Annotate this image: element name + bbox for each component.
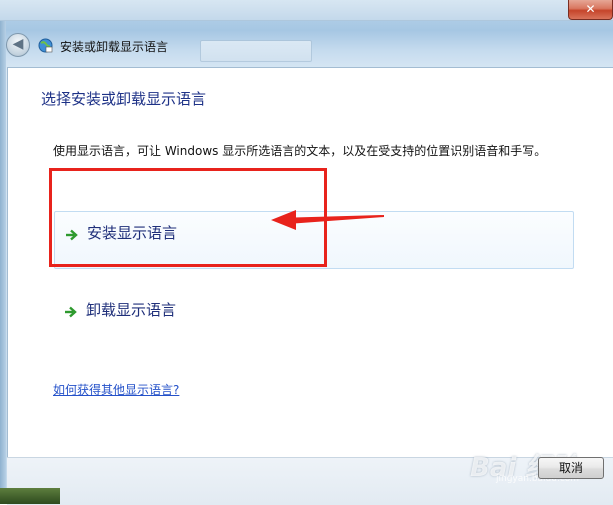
desktop-background <box>0 488 60 504</box>
background-window-strip <box>0 0 613 21</box>
language-globe-icon <box>38 38 53 53</box>
background-window-box <box>200 40 312 62</box>
description-text: 使用显示语言，可让 Windows 显示所选语言的文本，以及在受支持的位置识别语… <box>53 144 547 158</box>
back-arrow-icon: ◀ <box>12 36 24 52</box>
close-button[interactable]: ✕ <box>568 0 613 20</box>
close-icon: ✕ <box>585 2 596 16</box>
get-more-languages-link[interactable]: 如何获得其他显示语言? <box>53 381 179 398</box>
window-title: 安装或卸载显示语言 <box>60 40 169 54</box>
uninstall-option-label: 卸载显示语言 <box>86 301 177 319</box>
content-pane: 选择安装或卸载显示语言 使用显示语言，可让 Windows 显示所选语言的文本，… <box>7 67 613 458</box>
page-title: 选择安装或卸载显示语言 <box>41 90 207 108</box>
install-display-language-option[interactable]: 安装显示语言 <box>54 211 574 269</box>
uninstall-display-language-option[interactable]: 卸载显示语言 <box>54 289 574 347</box>
install-option-label: 安装显示语言 <box>87 224 178 242</box>
green-arrow-icon <box>66 229 78 241</box>
cancel-button[interactable]: 取消 <box>538 457 604 479</box>
frame-edge <box>0 0 6 504</box>
green-arrow-icon <box>65 306 77 318</box>
back-button[interactable]: ◀ <box>6 33 30 57</box>
